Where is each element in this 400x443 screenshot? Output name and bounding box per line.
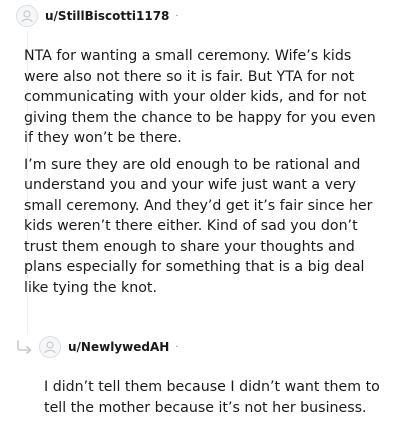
comment-author[interactable]: u/StillBiscotti1178	[45, 9, 169, 23]
comment-header: u/StillBiscotti1178 ·	[16, 5, 179, 27]
comment-body: NTA for wanting a small ceremony. Wife’s…	[24, 46, 380, 304]
reply-arrow-icon	[17, 340, 32, 354]
reply-header: u/NewlywedAH ·	[16, 336, 178, 358]
comment-author[interactable]: u/NewlywedAH	[68, 340, 169, 354]
avatar-icon[interactable]	[39, 336, 61, 358]
comment-paragraph: I’m sure they are old enough to be ratio…	[24, 156, 373, 296]
meta-separator: ·	[175, 341, 179, 353]
meta-separator: ·	[175, 10, 179, 22]
comment-paragraph: I didn’t tell them because I didn’t want…	[44, 379, 380, 416]
reply-body: I didn’t tell them because I didn’t want…	[44, 377, 384, 418]
avatar-icon[interactable]	[16, 5, 38, 27]
comment-paragraph: NTA for wanting a small ceremony. Wife’s…	[24, 48, 376, 146]
